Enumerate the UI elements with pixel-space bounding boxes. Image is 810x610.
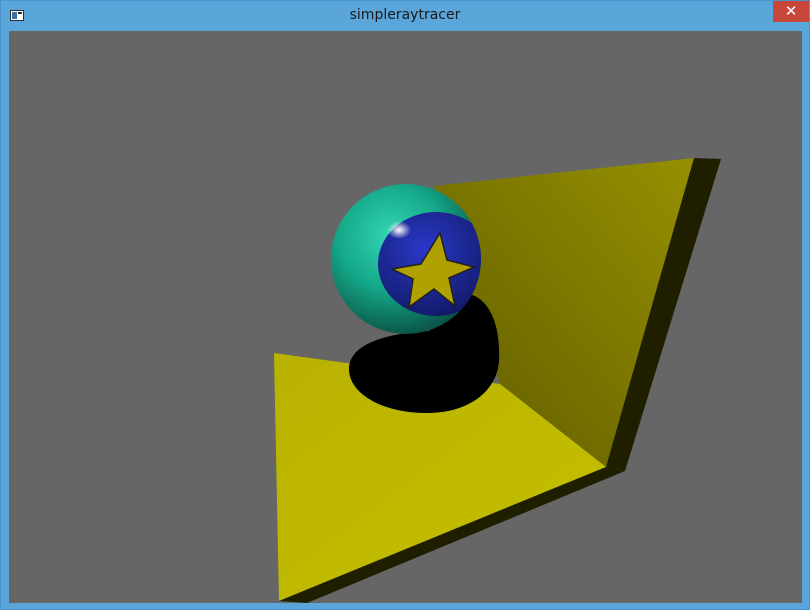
close-button[interactable]: ✕ [773,1,809,22]
window-title: simpleraytracer [349,7,461,23]
title-bar[interactable]: simpleraytracer ✕ [1,1,809,31]
app-window: simpleraytracer ✕ [0,0,810,610]
render-canvas[interactable] [9,31,802,603]
specular-highlight [387,221,411,239]
raytraced-scene [274,158,721,603]
